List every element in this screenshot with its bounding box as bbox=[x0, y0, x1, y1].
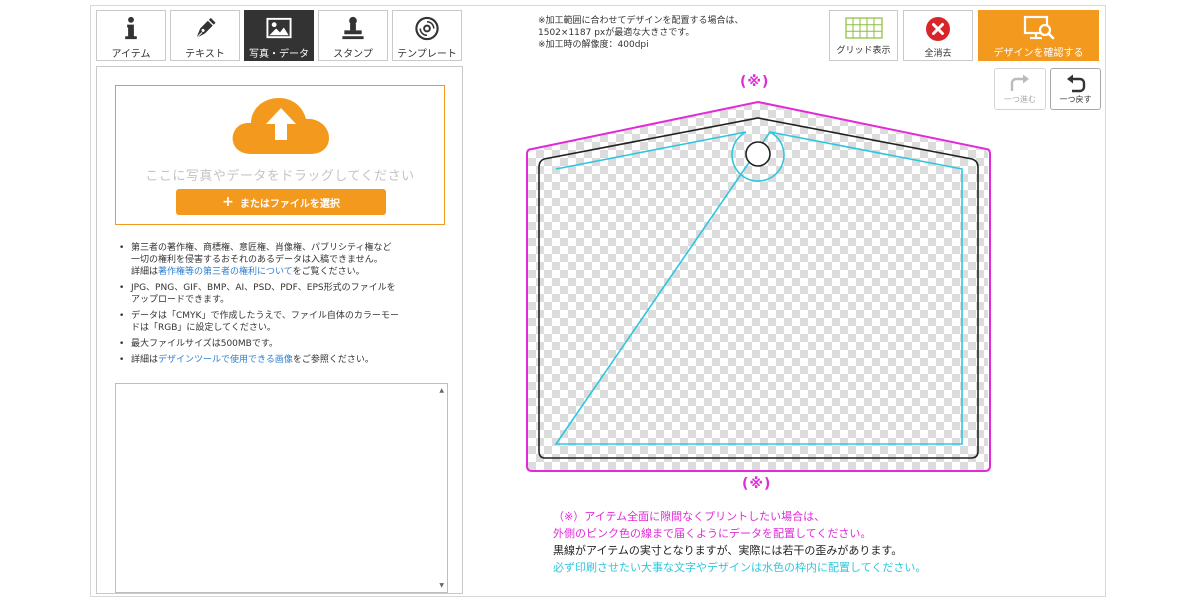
clear-label: 全消去 bbox=[924, 49, 952, 59]
caption-line: 黒線がアイテムの実寸となりますが、実際には若干の歪みがあります。 bbox=[553, 544, 903, 557]
scroll-down-arrow-icon[interactable]: ▼ bbox=[439, 582, 444, 589]
note-text: データは「CMYK」で作成したうえで、ファイル自体のカラーモー bbox=[131, 311, 399, 321]
undo-label: 一つ戻す bbox=[1059, 95, 1092, 104]
undo-button[interactable]: 一つ戻す bbox=[1050, 68, 1101, 110]
caption-line: 外側のピンク色の線まで届くようにデータを配置してください。 bbox=[553, 527, 872, 540]
cloud-upload-icon bbox=[232, 98, 329, 154]
monitor-search-icon bbox=[1023, 15, 1054, 40]
tab-label: アイテム bbox=[111, 49, 151, 60]
note-text: 一切の権利を侵害するおそれのあるデータは入稿できません。 bbox=[131, 255, 383, 265]
note-formats: JPG、PNG、GIF、BMP、AI、PSD、PDF、EPS形式のファイルを ア… bbox=[117, 282, 452, 306]
bleed-note-mark-bottom: (※) bbox=[742, 476, 772, 492]
note-text: アップロードできます。 bbox=[131, 295, 230, 305]
canvas-caption: （※）アイテム全面に隙間なくプリントしたい場合は、 外側のピンク色の線まで届くよ… bbox=[553, 508, 926, 576]
confirm-design-button[interactable]: デザインを確認する bbox=[978, 10, 1099, 61]
tab-label: 写真・データ bbox=[249, 49, 309, 60]
close-circle-icon bbox=[926, 17, 950, 41]
scroll-up-arrow-icon[interactable]: ▲ bbox=[439, 387, 444, 394]
tab-label: テンプレート bbox=[397, 49, 457, 60]
hanging-hole bbox=[745, 141, 771, 167]
drop-hint-text: ここに写真やデータをドラッグしてください bbox=[145, 169, 415, 184]
grid-icon bbox=[844, 17, 883, 39]
caption-line: 必ず印刷させたい大事な文字やデザインは水色の枠内に配置してください。 bbox=[553, 561, 927, 574]
redo-arrow-icon bbox=[1010, 74, 1029, 91]
tab-label: テキスト bbox=[185, 49, 225, 60]
note-text: をご参照ください。 bbox=[292, 355, 374, 365]
grid-toggle-button[interactable]: グリッド表示 bbox=[829, 10, 898, 61]
note-text: 第三者の著作権、商標権、意匠権、肖像権、パブリシティ権など bbox=[131, 243, 392, 253]
tab-photo-data[interactable]: 写真・データ bbox=[244, 10, 314, 61]
tool-tabs: アイテム テキスト 写真・データ スタンプ テンプレート bbox=[96, 10, 462, 61]
grid-label: グリッド表示 bbox=[836, 46, 891, 56]
tab-template[interactable]: テンプレート bbox=[392, 10, 462, 61]
tab-label: スタンプ bbox=[333, 49, 373, 60]
design-canvas[interactable] bbox=[520, 70, 1000, 500]
redo-button[interactable]: 一つ進む bbox=[994, 68, 1046, 110]
undo-arrow-icon bbox=[1066, 74, 1085, 93]
info-icon bbox=[125, 16, 137, 40]
plus-icon: + bbox=[222, 194, 234, 210]
note-text: JPG、PNG、GIF、BMP、AI、PSD、PDF、EPS形式のファイルを bbox=[131, 283, 396, 293]
disc-icon bbox=[415, 16, 439, 41]
note-text: ドは「RGB」に設定してください。 bbox=[131, 323, 276, 333]
choose-file-button[interactable]: + またはファイルを選択 bbox=[176, 189, 386, 215]
info-line: ※加工範囲に合わせてデザインを配置する場合は、 bbox=[538, 16, 744, 26]
print-area-info: ※加工範囲に合わせてデザインを配置する場合は、 1502×1187 pxが最適な… bbox=[538, 15, 744, 51]
note-rights: 第三者の著作権、商標権、意匠権、肖像権、パブリシティ権など 一切の権利を侵害する… bbox=[117, 242, 452, 278]
upload-notes: 第三者の著作権、商標権、意匠権、肖像権、パブリシティ権など 一切の権利を侵害する… bbox=[117, 242, 452, 370]
stamp-icon bbox=[342, 16, 364, 40]
clear-all-button[interactable]: 全消去 bbox=[903, 10, 973, 61]
upload-panel: ここに写真やデータをドラッグしてください + またはファイルを選択 第三者の著作… bbox=[96, 66, 463, 594]
note-images: 詳細はデザインツールで使用できる画像をご参照ください。 bbox=[117, 354, 452, 366]
note-filesize: 最大ファイルサイズは500MBです。 bbox=[117, 338, 452, 350]
tab-text[interactable]: テキスト bbox=[170, 10, 240, 61]
tab-stamp[interactable]: スタンプ bbox=[318, 10, 388, 61]
redo-label: 一つ進む bbox=[1004, 95, 1036, 104]
uploaded-files-list[interactable]: ▲ ▼ bbox=[115, 383, 448, 593]
note-colormode: データは「CMYK」で作成したうえで、ファイル自体のカラーモー ドは「RGB」に… bbox=[117, 310, 452, 334]
note-text: 詳細は bbox=[131, 355, 159, 365]
image-icon bbox=[266, 17, 292, 39]
caption-line: （※）アイテム全面に隙間なくプリントしたい場合は、 bbox=[553, 510, 826, 523]
usable-images-link[interactable]: デザインツールで使用できる画像 bbox=[158, 355, 293, 365]
rights-link[interactable]: 著作権等の第三者の権利について bbox=[158, 267, 293, 277]
note-text: をご覧ください。 bbox=[292, 267, 365, 277]
upload-dropzone[interactable]: ここに写真やデータをドラッグしてください + またはファイルを選択 bbox=[115, 85, 445, 225]
note-text: 最大ファイルサイズは500MBです。 bbox=[131, 339, 278, 349]
choose-file-label: またはファイルを選択 bbox=[239, 198, 340, 210]
pen-icon bbox=[195, 17, 216, 39]
tab-item[interactable]: アイテム bbox=[96, 10, 166, 61]
confirm-label: デザインを確認する bbox=[993, 48, 1084, 59]
info-line: 1502×1187 pxが最適な大きさです。 bbox=[538, 28, 695, 38]
info-line: ※加工時の解像度：400dpi bbox=[538, 40, 649, 50]
note-text: 詳細は bbox=[131, 267, 159, 277]
